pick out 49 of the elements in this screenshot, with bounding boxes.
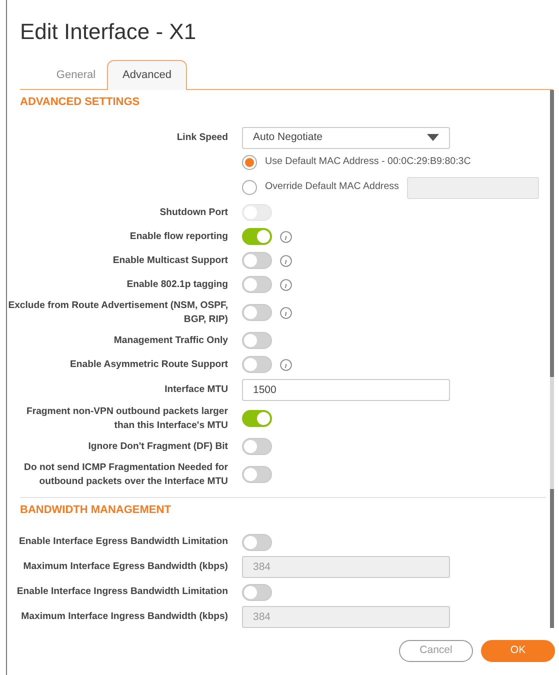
info-icon[interactable] <box>280 358 292 370</box>
toggle-switch[interactable] <box>242 584 272 600</box>
radio-button[interactable] <box>242 155 257 170</box>
toggle-switch[interactable] <box>242 332 272 349</box>
field-label: Shutdown Port <box>158 206 228 220</box>
field-label: Fragment non-VPN outbound packets larger than this Interface's MTU <box>26 404 228 432</box>
field-label: Link Speed <box>176 130 228 144</box>
ok-button[interactable]: OK <box>481 640 555 662</box>
field-label: Enable Multicast Support <box>112 254 228 268</box>
toggle-switch[interactable] <box>242 438 272 455</box>
cancel-button[interactable]: Cancel <box>399 640 473 662</box>
dropdown[interactable]: Auto Negotiate <box>242 126 450 148</box>
toggle-switch[interactable] <box>242 410 272 427</box>
toggle-switch[interactable] <box>242 276 272 293</box>
toggle-switch[interactable] <box>242 534 272 550</box>
tab[interactable]: Advanced <box>107 60 187 90</box>
mac-address-field[interactable] <box>406 176 539 198</box>
info-icon[interactable] <box>280 230 292 242</box>
field-label: Maximum Interface Egress Bandwidth (kbps) <box>22 560 228 574</box>
field-label: Management Traffic Only <box>112 334 228 348</box>
toggle-switch[interactable] <box>242 252 272 269</box>
caret-icon <box>427 134 439 141</box>
section-heading: BANDWIDTH MANAGEMENT <box>20 502 172 518</box>
toggle-switch[interactable] <box>242 466 272 483</box>
radio-label: Override Default MAC Address <box>265 180 399 194</box>
tab[interactable]: General <box>45 60 107 90</box>
info-icon[interactable] <box>280 254 292 266</box>
field-label: Do not send ICMP Fragmentation Needed for outbound packets over the Interface MTU <box>23 460 228 488</box>
radio-button[interactable] <box>242 180 257 195</box>
toggle-switch[interactable] <box>242 356 272 373</box>
field-label: Ignore Don't Fragment (DF) Bit <box>87 440 228 454</box>
toggle-switch[interactable] <box>242 228 272 245</box>
field-label: Interface MTU <box>164 382 228 396</box>
radio-label: Use Default MAC Address - 00:0C:29:B9:80:3C <box>265 155 471 170</box>
field-label: Exclude from Route Advertisement (NSM, OSPF, BGP, RIP) <box>7 298 228 326</box>
scrollbar[interactable] <box>550 90 554 488</box>
field-label: Enable Interface Ingress Bandwidth Limitation <box>16 585 228 599</box>
info-icon[interactable] <box>280 306 292 318</box>
field-label: Enable Asymmetric Route Support <box>69 358 228 372</box>
section-heading: ADVANCED SETTINGS <box>20 95 141 110</box>
field-label: Enable flow reporting <box>128 230 228 244</box>
scrollbar[interactable] <box>550 488 554 628</box>
dialog-title: Edit Interface - X1 <box>19 18 198 46</box>
field-label: Maximum Interface Ingress Bandwidth (kbps) <box>20 610 228 624</box>
info-icon[interactable] <box>280 278 292 290</box>
input-field[interactable]: 1500 <box>242 378 450 400</box>
field-label: Enable 802.1p tagging <box>126 278 228 292</box>
toggle-switch[interactable] <box>242 304 272 321</box>
field-label: Enable Interface Egress Bandwidth Limitation <box>18 535 228 549</box>
